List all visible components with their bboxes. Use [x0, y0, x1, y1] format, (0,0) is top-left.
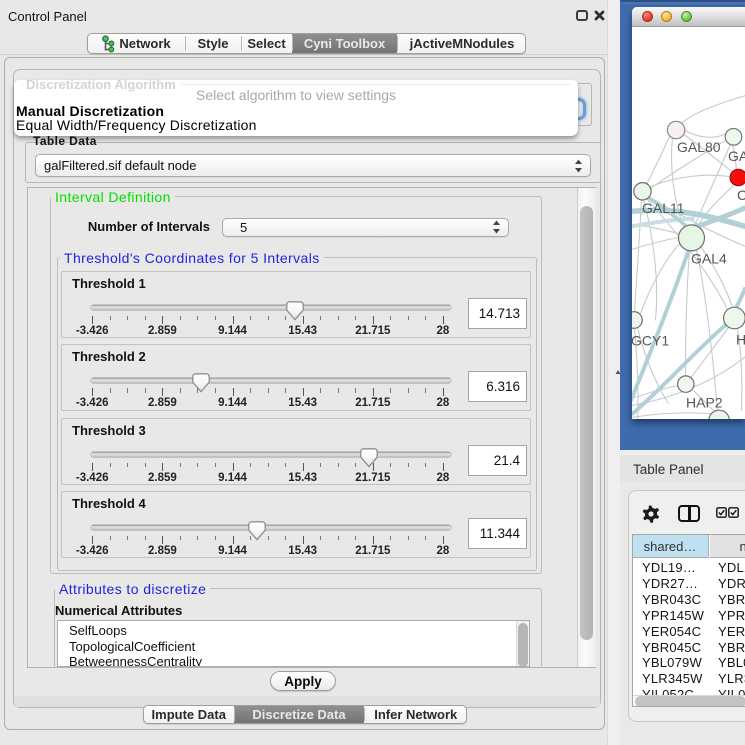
svg-text:HAP2: HAP2 — [686, 394, 723, 410]
svg-text:GAL11: GAL11 — [642, 200, 685, 216]
svg-text:GAL80: GAL80 — [677, 139, 721, 155]
svg-text:GA: GA — [728, 148, 745, 164]
svg-text:GAL4: GAL4 — [691, 250, 727, 266]
svg-text:H: H — [736, 331, 745, 347]
svg-text:GCY1: GCY1 — [632, 332, 669, 348]
svg-text:C: C — [737, 187, 745, 203]
